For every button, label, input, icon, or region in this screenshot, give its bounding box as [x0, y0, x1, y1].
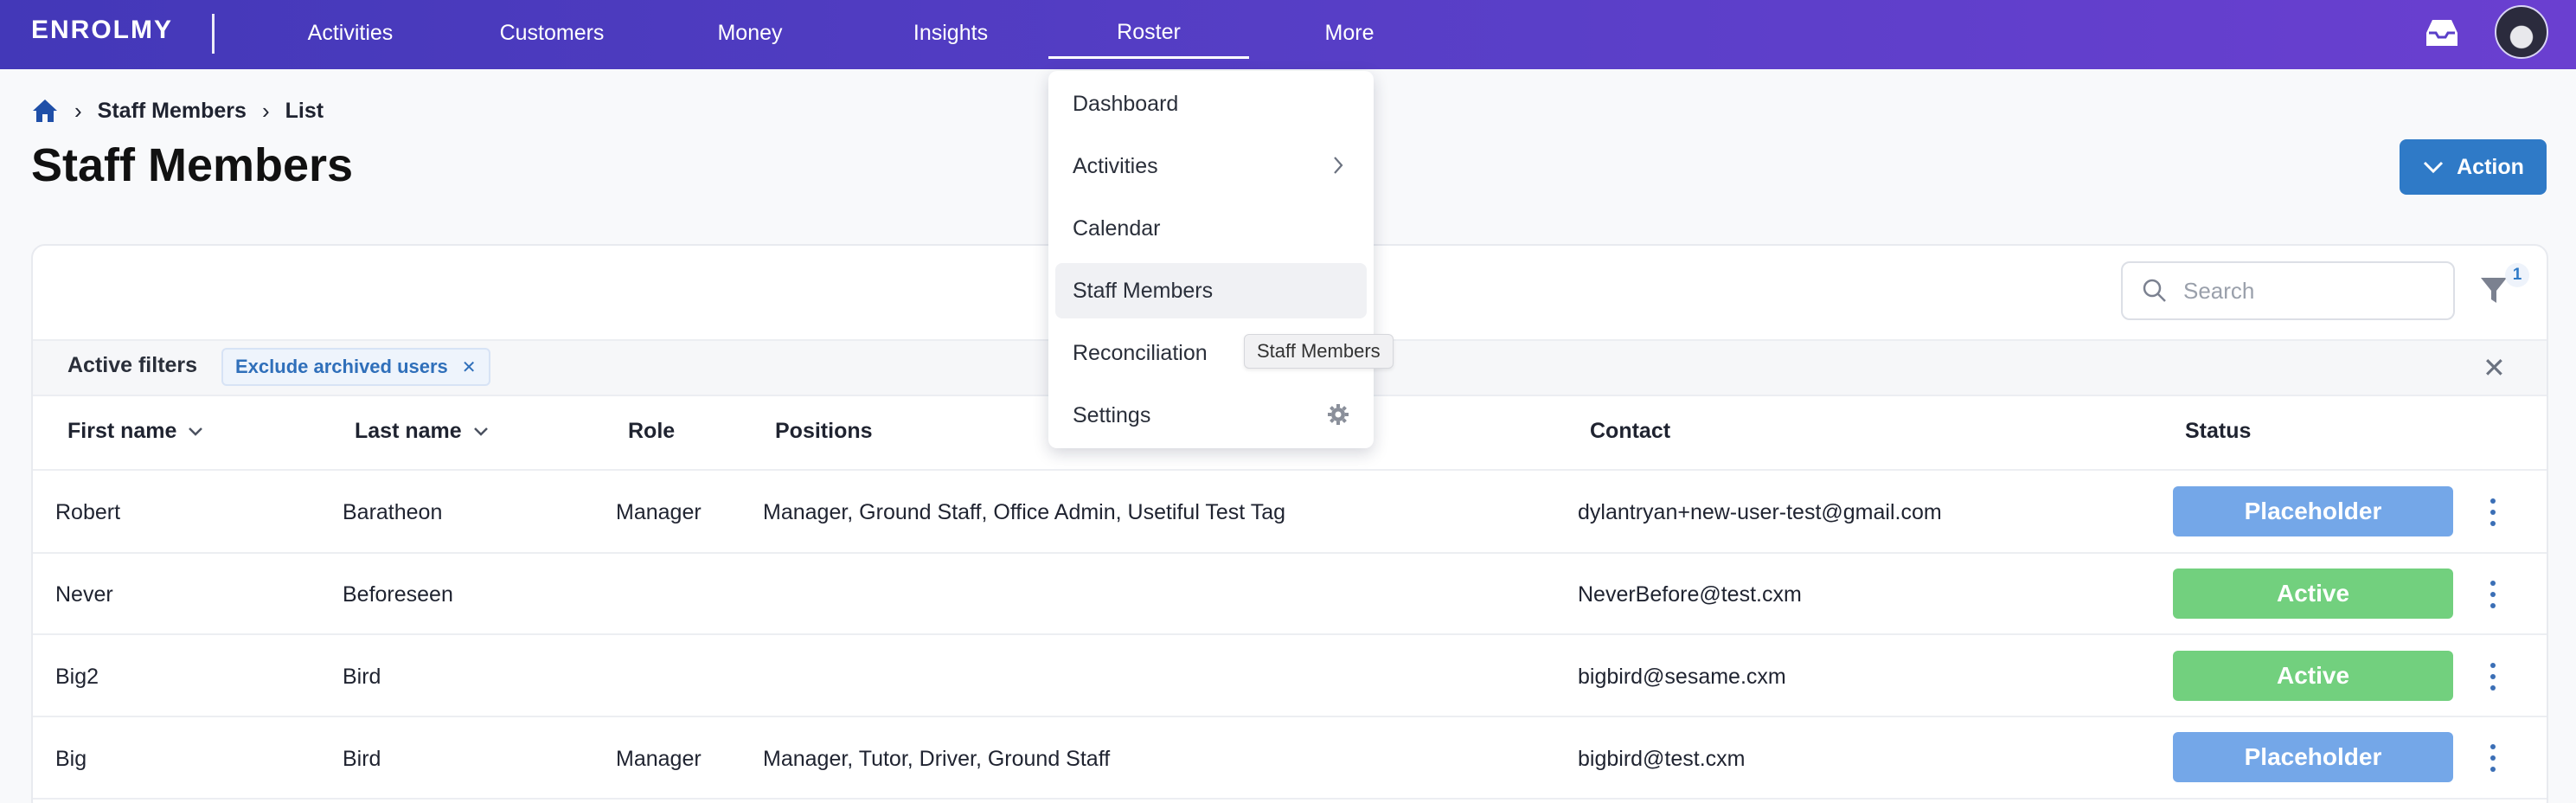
column-header-last-name[interactable]: Last name [355, 419, 490, 444]
tooltip: Staff Members [1244, 334, 1394, 369]
breadcrumb-staff-members[interactable]: Staff Members [98, 99, 247, 124]
logo-divider [212, 14, 215, 54]
cell-first-name: Robert [55, 500, 121, 524]
cell-last-name: Bird [343, 665, 381, 689]
breadcrumb: › Staff Members › List [31, 95, 324, 126]
chevron-right-icon: › [74, 97, 82, 124]
close-icon[interactable]: ✕ [462, 357, 477, 378]
column-header-first-name[interactable]: First name [67, 419, 204, 444]
table-divider [33, 716, 2547, 717]
column-header-label: Positions [775, 419, 873, 443]
cell-contact: bigbird@sesame.cxm [1578, 665, 1786, 689]
active-filters-label: Active filters [67, 353, 198, 377]
enrolmy-logo[interactable]: ENROLMY [31, 16, 173, 45]
table-divider [33, 552, 2547, 554]
cell-positions: Manager, Tutor, Driver, Ground Staff [763, 747, 1111, 771]
status-badge: Placeholder [2173, 732, 2453, 782]
search-icon [2143, 279, 2166, 302]
menu-item-label: Calendar [1073, 215, 1161, 241]
chevron-right-icon: › [261, 97, 270, 124]
row-menu-icon[interactable] [2484, 495, 2502, 530]
cell-role: Manager [616, 500, 702, 524]
table-divider [33, 633, 2547, 635]
column-header-role: Role [628, 419, 675, 444]
menu-item-staff-members[interactable]: Staff Members [1055, 263, 1367, 318]
gear-icon [1328, 404, 1349, 425]
user-avatar[interactable] [2495, 5, 2548, 59]
nav-money[interactable]: Money [692, 0, 808, 66]
nav-activities[interactable]: Activities [285, 0, 415, 66]
nav-insights[interactable]: Insights [893, 0, 1009, 66]
column-header-status: Status [2185, 419, 2251, 444]
home-icon[interactable] [31, 98, 59, 124]
cell-contact: bigbird@test.cxm [1578, 747, 1746, 771]
inbox-icon[interactable] [2424, 17, 2460, 48]
row-menu-icon[interactable] [2484, 577, 2502, 612]
cell-first-name: Never [55, 582, 113, 607]
sort-chevron-down-icon[interactable] [187, 426, 204, 438]
cell-role: Manager [616, 747, 702, 771]
cell-positions: Manager, Ground Staff, Office Admin, Use… [763, 500, 1286, 524]
nav-more[interactable]: More [1289, 0, 1410, 66]
action-button[interactable]: Action [2400, 139, 2547, 195]
menu-item-label: Staff Members [1073, 278, 1214, 303]
row-menu-icon[interactable] [2484, 659, 2502, 694]
cell-last-name: Baratheon [343, 500, 443, 524]
search-input[interactable] [2183, 277, 2443, 305]
menu-item-label: Reconciliation [1073, 340, 1208, 365]
menu-item-label: Activities [1073, 153, 1158, 178]
filter-chip[interactable]: Exclude archived users ✕ [221, 348, 490, 386]
top-nav-bar: ENROLMY Activities Customers Money Insig… [0, 0, 2576, 69]
sort-chevron-down-icon[interactable] [472, 426, 490, 438]
row-menu-icon[interactable] [2484, 741, 2502, 775]
menu-item-dashboard[interactable]: Dashboard [1055, 76, 1367, 132]
column-header-label: First name [67, 419, 177, 443]
column-header-label: Status [2185, 419, 2252, 443]
column-header-label: Role [628, 419, 676, 443]
cell-first-name: Big2 [55, 665, 99, 689]
filter-chip-label: Exclude archived users [235, 356, 448, 377]
menu-item-settings[interactable]: Settings [1055, 388, 1367, 443]
clear-filters-close-icon[interactable]: ✕ [2483, 351, 2506, 384]
action-button-label: Action [2457, 154, 2524, 179]
status-badge: Active [2173, 569, 2453, 619]
column-header-label: Last name [355, 419, 462, 443]
cell-contact: NeverBefore@test.cxm [1578, 582, 1802, 607]
table-divider [33, 798, 2547, 800]
chevron-down-icon [2424, 161, 2444, 174]
status-badge: Active [2173, 651, 2453, 701]
cell-last-name: Bird [343, 747, 381, 771]
page-title: Staff Members [31, 139, 354, 191]
nav-customers[interactable]: Customers [484, 0, 619, 66]
menu-item-label: Dashboard [1073, 91, 1179, 116]
column-header-positions: Positions [775, 419, 873, 444]
breadcrumb-list: List [285, 98, 324, 123]
roster-dropdown-menu: Dashboard Activities Calendar Staff Memb… [1048, 71, 1374, 448]
cell-last-name: Beforeseen [343, 582, 453, 607]
cell-first-name: Big [55, 747, 87, 771]
menu-item-activities[interactable]: Activities [1055, 138, 1367, 194]
column-header-label: Contact [1590, 419, 1671, 443]
column-header-contact: Contact [1590, 419, 1670, 444]
nav-active-indicator [1048, 56, 1249, 59]
filter-icon[interactable] [2479, 275, 2509, 306]
cell-contact: dylantryan+new-user-test@gmail.com [1578, 500, 1942, 524]
filter-count-badge: 1 [2505, 263, 2529, 287]
menu-item-label: Settings [1073, 402, 1151, 427]
menu-item-calendar[interactable]: Calendar [1055, 201, 1367, 256]
table-divider [33, 469, 2547, 471]
chevron-right-icon [1334, 157, 1343, 174]
search-field[interactable] [2121, 261, 2455, 320]
status-badge: Placeholder [2173, 486, 2453, 536]
